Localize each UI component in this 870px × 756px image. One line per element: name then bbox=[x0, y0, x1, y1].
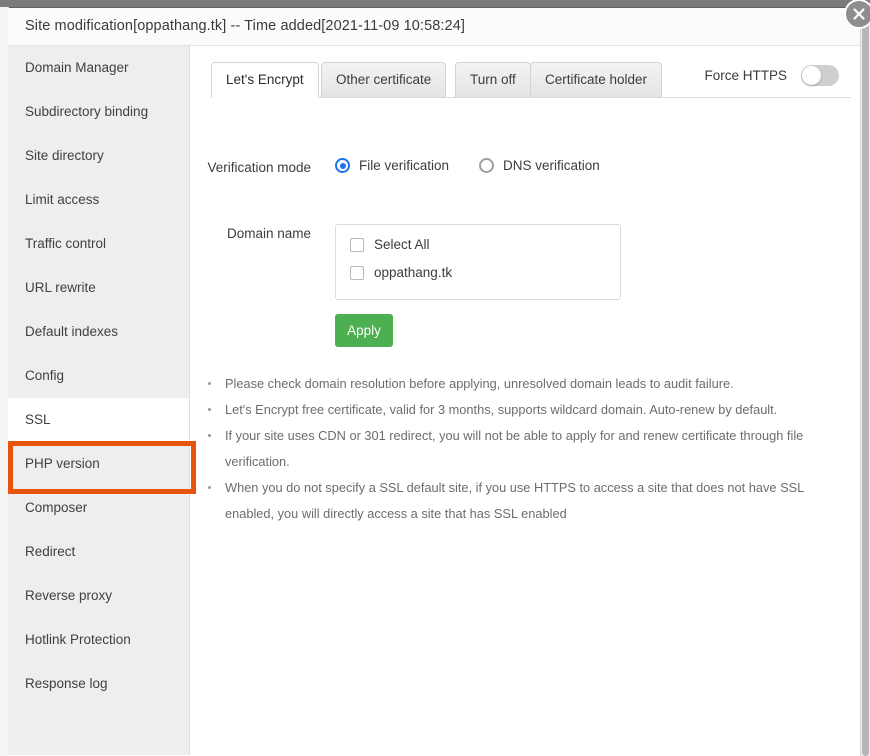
tab-lets-encrypt[interactable]: Let's Encrypt bbox=[211, 62, 319, 98]
sidebar-item-label: Redirect bbox=[25, 544, 76, 559]
checkbox-label: Select All bbox=[374, 237, 430, 252]
sidebar-item-label: Limit access bbox=[25, 192, 100, 207]
sidebar-item-limit-access[interactable]: Limit access bbox=[8, 178, 189, 222]
verification-mode-row: Verification mode File verification DNS … bbox=[198, 158, 600, 175]
sidebar-item-traffic-control[interactable]: Traffic control bbox=[8, 222, 189, 266]
bullet-icon bbox=[208, 408, 211, 411]
checkbox-select-all[interactable]: Select All bbox=[350, 237, 620, 252]
sidebar-item-domain-manager[interactable]: Domain Manager bbox=[8, 46, 189, 90]
sidebar-item-label: PHP version bbox=[25, 456, 100, 471]
sidebar-item-label: Composer bbox=[25, 500, 88, 515]
sidebar-item-redirect[interactable]: Redirect bbox=[8, 530, 189, 574]
radio-unselected-icon bbox=[479, 158, 495, 173]
content-pane: Let's Encrypt Other certificate Turn off… bbox=[191, 46, 860, 755]
dialog-body: Domain Manager Subdirectory binding Site… bbox=[8, 46, 860, 755]
sidebar-item-hotlink-protection[interactable]: Hotlink Protection bbox=[8, 618, 189, 662]
checkbox-unchecked-icon bbox=[350, 237, 364, 252]
screen: Site modification[oppathang.tk] -- Time … bbox=[0, 0, 870, 756]
note-item: Let's Encrypt free certificate, valid fo… bbox=[199, 397, 849, 423]
note-text: If your site uses CDN or 301 redirect, y… bbox=[225, 428, 804, 469]
radio-label: File verification bbox=[359, 158, 450, 173]
sidebar-item-response-log[interactable]: Response log bbox=[8, 662, 189, 706]
notes-list: Please check domain resolution before ap… bbox=[199, 371, 849, 527]
sidebar-item-label: Site directory bbox=[25, 148, 104, 163]
sidebar-item-label: SSL bbox=[25, 412, 51, 427]
checkbox-unchecked-icon bbox=[350, 265, 364, 280]
close-icon[interactable] bbox=[844, 0, 870, 29]
tab-other-certificate[interactable]: Other certificate bbox=[321, 62, 447, 97]
bullet-icon bbox=[208, 434, 211, 437]
force-https-control: Force HTTPS bbox=[704, 65, 839, 86]
tab-certificate-holder[interactable]: Certificate holder bbox=[530, 62, 663, 97]
sidebar-item-config[interactable]: Config bbox=[8, 354, 189, 398]
sidebar-item-url-rewrite[interactable]: URL rewrite bbox=[8, 266, 189, 310]
radio-label: DNS verification bbox=[503, 158, 600, 173]
toggle-knob bbox=[802, 66, 821, 85]
note-item: When you do not specify a SSL default si… bbox=[199, 475, 849, 527]
radio-dns-verification[interactable]: DNS verification bbox=[479, 158, 600, 173]
checkbox-label: oppathang.tk bbox=[374, 265, 453, 280]
verification-mode-radio-group: File verification DNS verification bbox=[335, 158, 600, 173]
radio-file-verification[interactable]: File verification bbox=[335, 158, 449, 173]
sidebar-item-label: Config bbox=[25, 368, 65, 383]
sidebar-item-label: Hotlink Protection bbox=[25, 632, 131, 647]
sidebar-item-ssl[interactable]: SSL bbox=[8, 398, 189, 442]
apply-button[interactable]: Apply bbox=[335, 314, 393, 347]
sidebar-item-label: Reverse proxy bbox=[25, 588, 113, 603]
sidebar: Domain Manager Subdirectory binding Site… bbox=[8, 46, 190, 755]
sidebar-item-label: URL rewrite bbox=[25, 280, 96, 295]
verification-mode-label: Verification mode bbox=[207, 160, 311, 175]
bullet-icon bbox=[208, 486, 211, 489]
domain-name-row: Domain name Select All oppathang.tk bbox=[198, 224, 621, 300]
note-text: Let's Encrypt free certificate, valid fo… bbox=[225, 402, 778, 417]
sidebar-item-default-indexes[interactable]: Default indexes bbox=[8, 310, 189, 354]
dialog-title: Site modification[oppathang.tk] -- Time … bbox=[25, 18, 465, 34]
window-top-bar bbox=[0, 0, 870, 8]
note-item: If your site uses CDN or 301 redirect, y… bbox=[199, 423, 849, 475]
site-modification-dialog: Site modification[oppathang.tk] -- Time … bbox=[8, 0, 870, 756]
note-item: Please check domain resolution before ap… bbox=[199, 371, 849, 397]
sidebar-item-php-version[interactable]: PHP version bbox=[8, 442, 189, 486]
bullet-icon bbox=[208, 382, 211, 385]
sidebar-item-label: Response log bbox=[25, 676, 108, 691]
sidebar-item-composer[interactable]: Composer bbox=[8, 486, 189, 530]
force-https-toggle[interactable] bbox=[801, 65, 839, 86]
tab-bar: Let's Encrypt Other certificate Turn off… bbox=[211, 62, 851, 98]
domain-name-label: Domain name bbox=[226, 226, 311, 241]
dialog-header: Site modification[oppathang.tk] -- Time … bbox=[8, 8, 860, 46]
sidebar-item-label: Default indexes bbox=[25, 324, 119, 339]
radio-selected-icon bbox=[335, 158, 350, 173]
sidebar-item-label: Domain Manager bbox=[25, 60, 129, 75]
vertical-scrollbar[interactable] bbox=[860, 8, 870, 756]
sidebar-item-label: Subdirectory binding bbox=[25, 104, 149, 119]
tab-turn-off[interactable]: Turn off bbox=[455, 62, 531, 97]
sidebar-item-label: Traffic control bbox=[25, 236, 107, 251]
note-text: Please check domain resolution before ap… bbox=[225, 376, 734, 391]
note-text: When you do not specify a SSL default si… bbox=[225, 480, 804, 521]
sidebar-item-site-directory[interactable]: Site directory bbox=[8, 134, 189, 178]
sidebar-item-reverse-proxy[interactable]: Reverse proxy bbox=[8, 574, 189, 618]
force-https-label: Force HTTPS bbox=[704, 68, 787, 83]
scrollbar-thumb[interactable] bbox=[862, 8, 869, 756]
domain-list-box: Select All oppathang.tk bbox=[335, 224, 621, 300]
sidebar-item-subdirectory-binding[interactable]: Subdirectory binding bbox=[8, 90, 189, 134]
checkbox-domain-oppathang[interactable]: oppathang.tk bbox=[350, 265, 620, 280]
